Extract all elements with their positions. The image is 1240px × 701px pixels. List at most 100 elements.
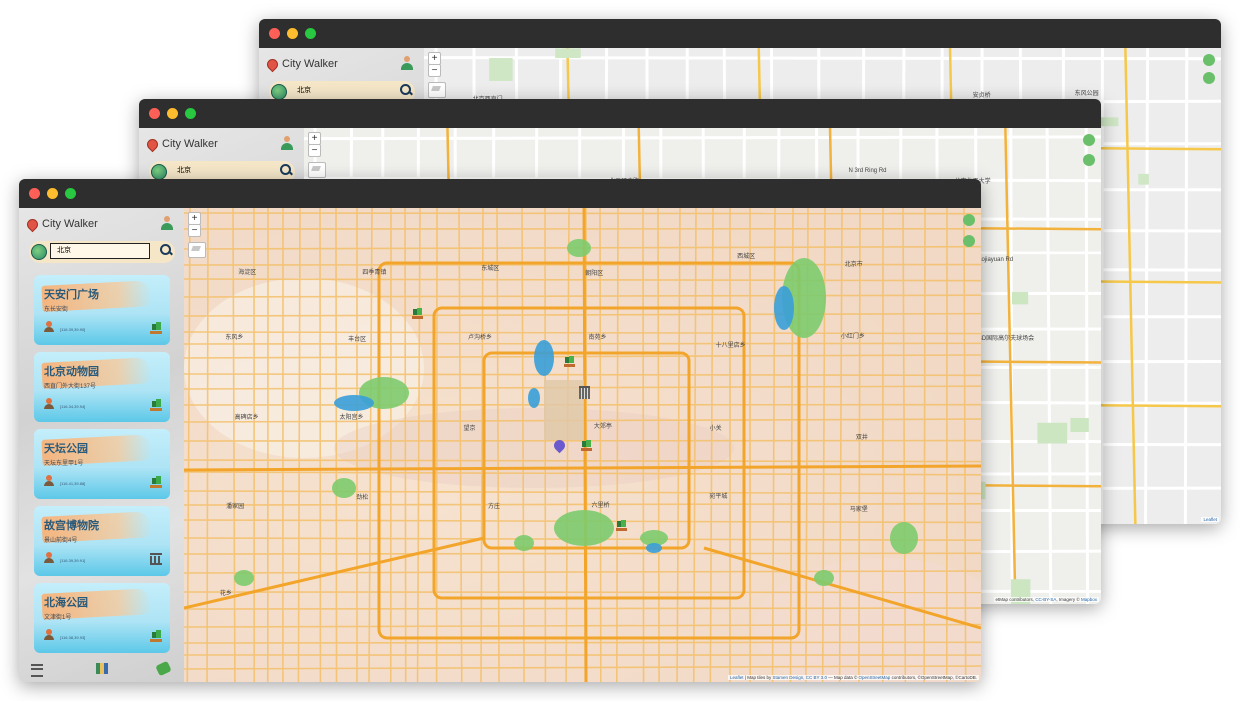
forbidden-city-zone [544, 380, 584, 440]
place-card[interactable]: 天坛公园 天坛东里甲1号 [116.41,39.88] [34, 429, 170, 499]
place-name: 北京动物园 [44, 366, 99, 378]
user-icon[interactable] [160, 216, 174, 230]
leaflet-link[interactable]: Leaflet [730, 675, 744, 680]
map-label: 卢沟桥乡 [467, 335, 492, 342]
locate-person-icon[interactable] [44, 552, 54, 563]
map-label: 东城区 [481, 265, 500, 272]
street [657, 208, 660, 682]
street [184, 552, 981, 555]
attr-mid2: — Map data © [826, 675, 859, 680]
street [184, 641, 981, 644]
stamen-link[interactable]: Stamen Design [772, 675, 803, 680]
place-card[interactable]: 北京动物园 西直门外大街137号 [116.34,39.94] [34, 352, 170, 422]
scenic-marker-icon[interactable] [564, 356, 575, 367]
maximize-dot-icon[interactable] [65, 188, 76, 199]
search-bar [29, 241, 175, 263]
map-label: 马家堡 [849, 507, 868, 514]
place-address: 西直门外大街137号 [44, 384, 97, 390]
place-card[interactable]: 北海公园 文津街1号 [116.38,39.93] [34, 583, 170, 653]
maximize-dot-icon[interactable] [185, 108, 196, 119]
front-sidebar: City Walker 天安门广场东长安街 [116.39,39.90] 北京动物园… [19, 208, 184, 682]
museum-marker-icon[interactable] [579, 386, 590, 399]
street [858, 208, 861, 682]
green-area [555, 48, 581, 58]
close-dot-icon[interactable] [149, 108, 160, 119]
zoom-out-button[interactable]: − [428, 64, 441, 77]
map-icon[interactable] [96, 663, 108, 674]
lake [774, 286, 794, 330]
locate-control-icon[interactable] [1083, 154, 1095, 166]
menu-icon[interactable] [31, 664, 43, 677]
list-control-icon[interactable] [1083, 134, 1095, 146]
cc-link[interactable]: CC BY 3.0 [806, 675, 827, 680]
locate-control-icon[interactable] [963, 235, 975, 247]
globe-icon [151, 164, 167, 180]
list-control-icon[interactable] [1203, 54, 1215, 66]
place-coord: [116.39,39.91] [60, 558, 86, 563]
osm-link[interactable]: OpenStreetMap [859, 675, 891, 680]
minor-road [1183, 48, 1189, 524]
map-label: 南苑乡 [588, 335, 607, 342]
park [814, 570, 834, 586]
place-name: 天坛公园 [44, 443, 88, 455]
place-address: 景山前街4号 [44, 538, 78, 544]
map-label: 十八里店乡 [715, 343, 746, 350]
cc-link[interactable]: CC-BY-SA [1035, 597, 1056, 602]
locate-person-icon[interactable] [44, 629, 54, 640]
layers-icon[interactable] [188, 242, 206, 258]
locate-person-icon[interactable] [44, 398, 54, 409]
attr-mid: , Imagery © [1056, 597, 1081, 602]
map-label: 西城区 [737, 253, 756, 260]
park [567, 239, 591, 257]
place-card[interactable]: 故宫博物院景山前街4号 [116.39,39.91] [34, 506, 170, 576]
layers-icon[interactable] [308, 162, 326, 178]
maximize-dot-icon[interactable] [305, 28, 316, 39]
place-name: 故宫博物院 [44, 520, 99, 532]
search-icon[interactable] [400, 84, 411, 95]
zoom-out-button[interactable]: − [188, 224, 201, 237]
minimize-dot-icon[interactable] [167, 108, 178, 119]
brand-text: City Walker [42, 218, 98, 230]
close-dot-icon[interactable] [29, 188, 40, 199]
green-area [1138, 173, 1149, 185]
place-name: 天安门广场 [44, 289, 99, 301]
park [234, 570, 254, 586]
place-address: 东长安街 [44, 307, 69, 313]
search-icon[interactable] [280, 164, 291, 175]
map-label: 小关 [709, 426, 722, 433]
close-dot-icon[interactable] [269, 28, 280, 39]
back-titlebar [259, 19, 1221, 48]
user-icon[interactable] [280, 136, 294, 150]
minimize-dot-icon[interactable] [47, 188, 58, 199]
pin-logo-icon [144, 136, 161, 152]
front-attribution: Leaflet | Map tiles by Stamen Design, CC… [728, 675, 979, 680]
place-card[interactable]: 天安门广场 东长安街 [116.39,39.90] [34, 275, 170, 345]
back-attribution: Leaflet [1201, 517, 1219, 522]
locate-person-icon[interactable] [44, 321, 54, 332]
map-label: 东风公园 [1074, 91, 1099, 98]
street [184, 342, 981, 345]
locate-person-icon[interactable] [44, 475, 54, 486]
layers-icon[interactable] [428, 82, 446, 98]
mapbox-link[interactable]: Mapbox [1081, 597, 1097, 602]
scenic-marker-icon[interactable] [581, 440, 592, 451]
search-input[interactable] [50, 243, 150, 259]
front-map[interactable]: + − 海淀区 四季青镇 东城区 朝阳区 西城区 北京市 东风乡 丰台区 卢沟桥乡 南苑乡 十八里店… [184, 208, 981, 682]
scenic-marker-icon[interactable] [412, 308, 423, 319]
leaflet-link[interactable]: Leaflet [1203, 517, 1217, 522]
search-icon[interactable] [160, 244, 171, 255]
ticket-icon[interactable] [155, 660, 172, 677]
middle-attribution: etMap contributors, CC-BY-SA, Imagery © … [993, 597, 1099, 602]
green-area [489, 57, 513, 81]
front-titlebar [19, 179, 981, 208]
minimize-dot-icon[interactable] [287, 28, 298, 39]
museum-icon [150, 553, 162, 565]
scenic-marker-icon[interactable] [616, 520, 627, 531]
front-window: City Walker 天安门广场东长安街 [116.39,39.90] 北京动物园… [19, 179, 981, 682]
user-icon[interactable] [400, 56, 414, 70]
zoom-out-button[interactable]: − [308, 144, 321, 157]
map-label: 望京 [463, 425, 476, 432]
park [514, 535, 534, 551]
list-control-icon[interactable] [963, 214, 975, 226]
locate-control-icon[interactable] [1203, 72, 1215, 84]
